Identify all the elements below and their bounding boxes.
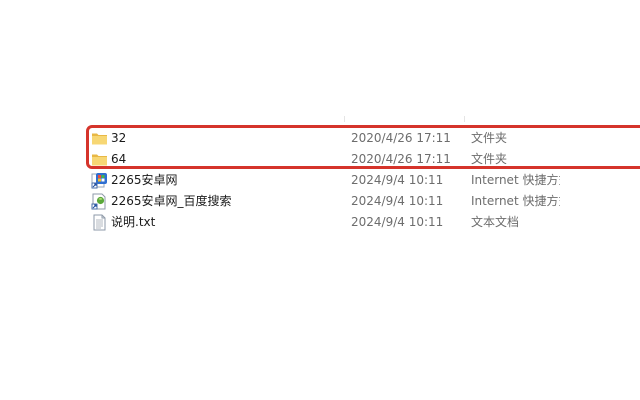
file-type: 文本文档 — [471, 215, 520, 229]
file-name: 说明.txt — [111, 215, 156, 229]
column-header-separator-type[interactable] — [464, 116, 465, 122]
file-type: 文件夹 — [471, 152, 508, 166]
column-header-separator-date[interactable] — [344, 116, 345, 122]
folder-icon — [91, 130, 108, 147]
folder-icon — [91, 151, 108, 168]
file-name: 32 — [111, 131, 127, 145]
file-row-32[interactable]: 32 2020/4/26 17:11 文件夹 — [86, 128, 640, 149]
file-type: 文件夹 — [471, 131, 508, 145]
text-document-icon — [91, 214, 108, 231]
file-date: 2024/9/4 10:11 — [351, 215, 444, 229]
file-name: 2265安卓网_百度搜索 — [111, 194, 232, 208]
file-date: 2020/4/26 17:11 — [351, 131, 451, 145]
file-name: 64 — [111, 152, 127, 166]
file-date: 2020/4/26 17:11 — [351, 152, 451, 166]
internet-shortcut-icon — [91, 193, 108, 210]
file-name: 2265安卓网 — [111, 173, 178, 187]
file-row-2265-baidu-shortcut[interactable]: 2265安卓网_百度搜索 2024/9/4 10:11 Internet 快捷方… — [86, 191, 640, 212]
file-row-readme-txt[interactable]: 说明.txt 2024/9/4 10:11 文本文档 — [86, 212, 640, 233]
internet-shortcut-icon — [91, 172, 108, 189]
file-row-64[interactable]: 64 2020/4/26 17:11 文件夹 — [86, 149, 640, 170]
file-type: Internet 快捷方式 — [471, 173, 560, 187]
file-list: 32 2020/4/26 17:11 文件夹 64 2020/4/26 17:1… — [86, 128, 640, 233]
file-date: 2024/9/4 10:11 — [351, 173, 444, 187]
file-row-2265-shortcut[interactable]: 2265安卓网 2024/9/4 10:11 Internet 快捷方式 — [86, 170, 640, 191]
file-date: 2024/9/4 10:11 — [351, 194, 444, 208]
file-type: Internet 快捷方式 — [471, 194, 560, 208]
